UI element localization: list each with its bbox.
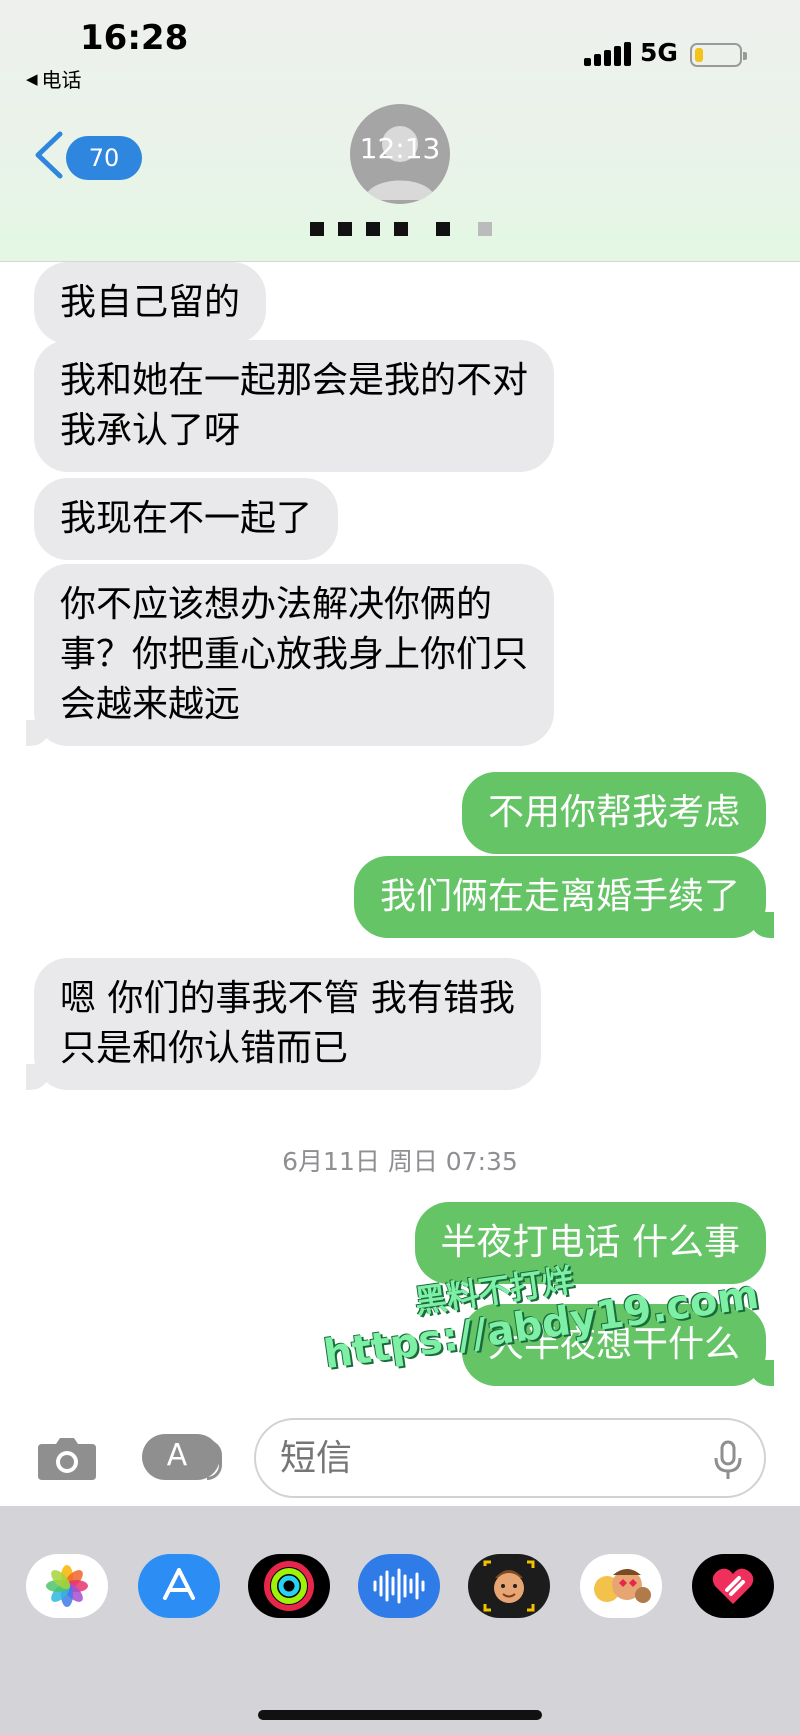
contact-avatar[interactable]: 12:13 xyxy=(350,104,450,204)
memoji-stickers-icon[interactable] xyxy=(580,1554,662,1618)
app-store-button[interactable]: A xyxy=(142,1434,222,1480)
message-line: 嗯 你们的事我不管 我有错我 xyxy=(60,978,515,1019)
message-line: 我和她在一起那会是我的不对 xyxy=(60,360,529,401)
app-store-icon[interactable] xyxy=(138,1554,220,1618)
network-type: 5G xyxy=(640,38,678,67)
activity-icon[interactable] xyxy=(248,1554,330,1618)
back-button[interactable]: 70 xyxy=(22,130,142,180)
message-line: 你不应该想办法解决你俩的 xyxy=(60,584,493,625)
compose-bar: A xyxy=(0,1398,800,1506)
message-bubble-incoming[interactable]: 我自己留的 xyxy=(34,262,267,344)
message-input[interactable] xyxy=(254,1418,766,1498)
message-line: 不用你帮我考虑 xyxy=(487,792,740,833)
status-time: 16:28 xyxy=(80,18,189,58)
battery-icon xyxy=(690,43,747,67)
imessage-app-drawer xyxy=(0,1506,800,1735)
back-app-label: 电话 xyxy=(41,68,82,92)
avatar-text: 12:13 xyxy=(359,132,441,165)
photos-icon[interactable] xyxy=(26,1554,108,1618)
message-bubble-outgoing[interactable]: 我们俩在走离婚手续了 xyxy=(353,856,775,938)
message-line: 我自己留的 xyxy=(60,282,241,323)
message-line: 我们俩在走离婚手续了 xyxy=(379,876,740,917)
home-indicator[interactable] xyxy=(258,1710,542,1720)
message-line: 我现在不一起了 xyxy=(60,498,313,539)
message-line: 我承认了呀 xyxy=(60,410,241,451)
microphone-icon[interactable] xyxy=(712,1440,744,1480)
back-triangle-icon: ◀ xyxy=(26,69,38,88)
audio-message-icon[interactable] xyxy=(358,1554,440,1618)
contact-name-redacted[interactable] xyxy=(310,222,492,236)
conversation-header: 16:28 ◀ 电话 5G 70 12:13 xyxy=(0,0,800,262)
message-bubble-incoming[interactable]: 我和她在一起那会是我的不对 我承认了呀 xyxy=(34,340,555,472)
message-line: 半夜打电话 什么事 xyxy=(440,1222,740,1263)
message-line: 事？你把重心放我身上你们只 xyxy=(60,634,529,675)
message-bubble-outgoing[interactable]: 不用你帮我考虑 xyxy=(461,772,766,854)
digital-touch-icon[interactable] xyxy=(692,1554,774,1618)
message-timestamp: 6月11日 周日 07:35 xyxy=(282,1147,518,1176)
app-store-a-icon: A xyxy=(166,1438,188,1473)
unread-badge: 70 xyxy=(66,136,142,180)
message-bubble-incoming[interactable]: 嗯 你们的事我不管 我有错我 只是和你认错而已 xyxy=(26,958,541,1090)
cellular-signal-icon xyxy=(584,42,631,66)
message-line: 会越来越远 xyxy=(60,684,241,725)
camera-icon[interactable] xyxy=(36,1434,98,1482)
back-to-app[interactable]: ◀ 电话 xyxy=(26,64,82,93)
message-bubble-incoming[interactable]: 你不应该想办法解决你俩的 事？你把重心放我身上你们只 会越来越远 xyxy=(25,564,555,746)
message-bubble-incoming[interactable]: 我现在不一起了 xyxy=(34,478,339,560)
chevron-left-icon xyxy=(35,131,63,179)
memoji-icon[interactable] xyxy=(468,1554,550,1618)
message-line: 只是和你认错而已 xyxy=(60,1028,349,1069)
